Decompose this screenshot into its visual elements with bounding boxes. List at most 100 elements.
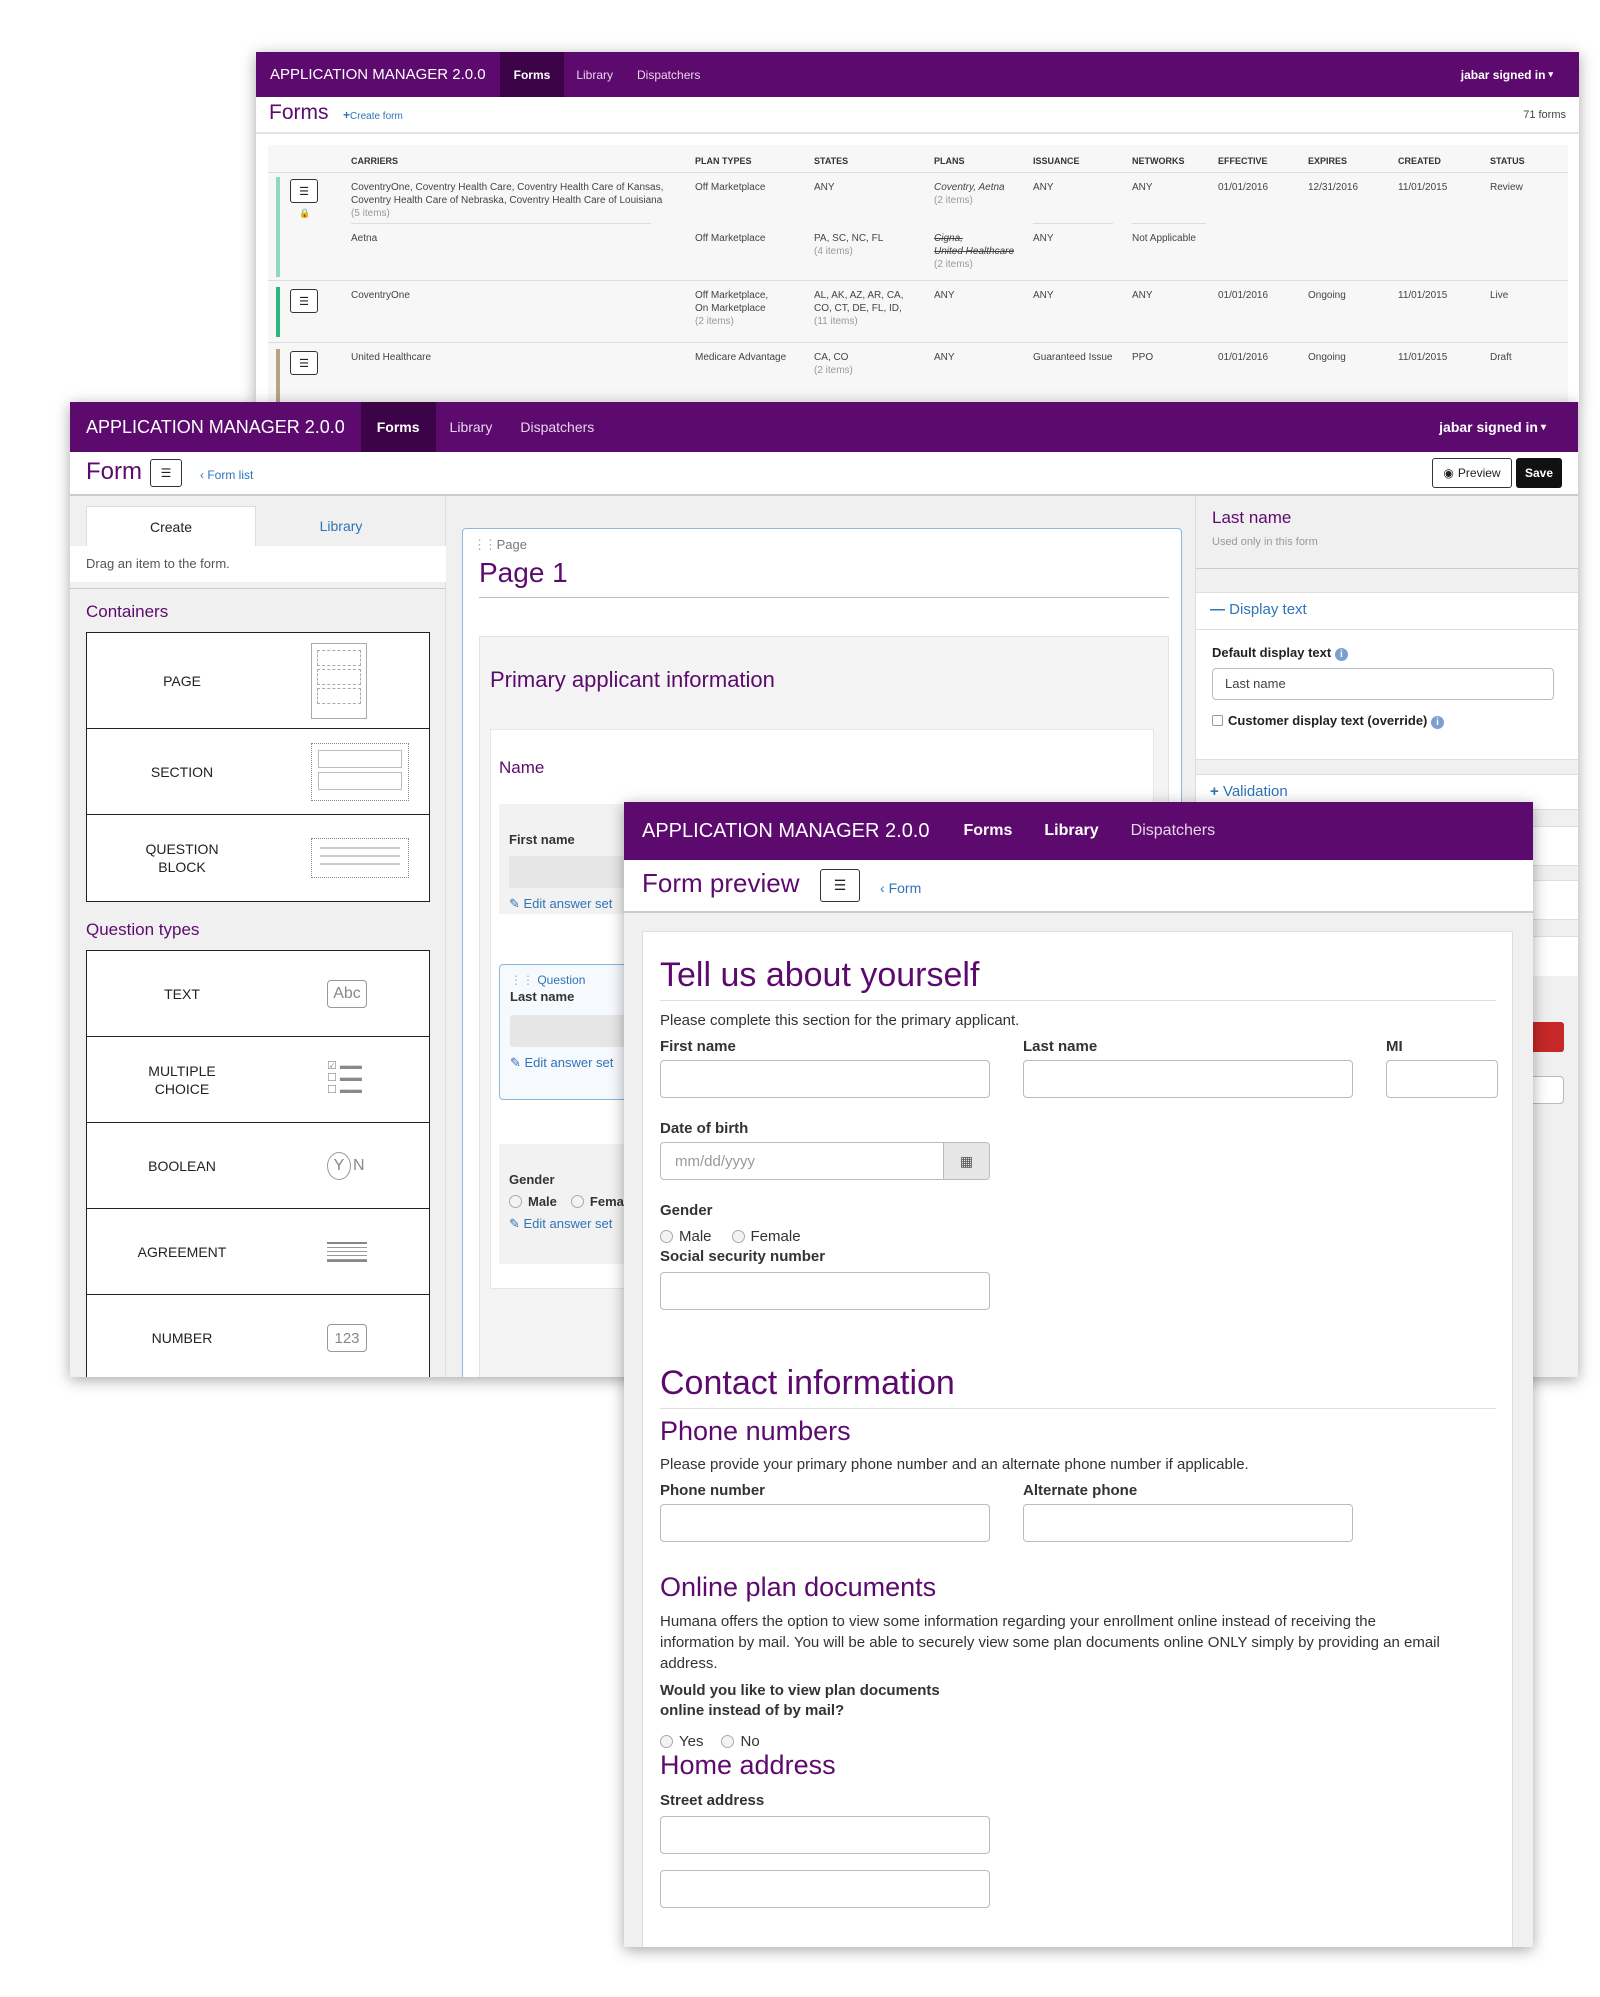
list-icon-button[interactable]: ☰	[150, 459, 182, 487]
agreement-icon	[327, 1242, 367, 1262]
properties-subtitle: Used only in this form	[1212, 536, 1318, 548]
form-preview-window: APPLICATION MANAGER 2.0.0 Forms Library …	[624, 802, 1533, 1947]
page-label: ⋮⋮ Page	[473, 537, 527, 552]
nav-dispatchers[interactable]: Dispatchers	[506, 402, 608, 452]
pencil-icon: ✎	[510, 1055, 525, 1070]
section-heading: Tell us about yourself	[660, 956, 980, 994]
checklist-icon: ☑ ▬▬ ☐ ▬▬ ☐ ▬▬	[327, 1060, 362, 1096]
radio-no[interactable]	[721, 1735, 735, 1748]
eye-icon: ◉	[1443, 466, 1454, 480]
type-multiple-choice[interactable]: MULTIPLE CHOICE ☑ ▬▬ ☐ ▬▬ ☐ ▬▬	[86, 1036, 430, 1124]
subsection-heading: Home address	[660, 1750, 836, 1780]
first-name-field[interactable]	[660, 1060, 990, 1098]
type-text[interactable]: TEXT Abc	[86, 950, 430, 1038]
drag-handle-icon: ⋮⋮	[510, 973, 538, 987]
yes-no-icon: YN	[327, 1152, 365, 1180]
street-address-line2-field[interactable]	[660, 1870, 990, 1908]
calendar-icon[interactable]: ▦	[943, 1143, 989, 1179]
radio-male[interactable]	[660, 1230, 673, 1243]
table-row[interactable]: ☰ CoventryOne Off Marketplace, On Market…	[268, 280, 1568, 342]
street-address-field[interactable]	[660, 1816, 990, 1854]
default-display-text-input[interactable]: Last name	[1212, 668, 1554, 700]
page-title: Forms	[269, 101, 329, 124]
ssn-field[interactable]	[660, 1272, 990, 1310]
container-question-block[interactable]: QUESTION BLOCK	[86, 814, 430, 902]
info-icon: i	[1431, 716, 1445, 729]
type-agreement[interactable]: AGREEMENT	[86, 1208, 430, 1296]
edit-answer-set-link[interactable]: ✎ Edit answer set	[509, 896, 612, 912]
nav-forms[interactable]: Forms	[499, 52, 565, 97]
nav-forms[interactable]: Forms	[948, 802, 1029, 860]
radio-male[interactable]	[509, 1195, 522, 1208]
pencil-icon: ✎	[509, 1216, 524, 1231]
alternate-phone-field[interactable]	[1023, 1504, 1353, 1542]
app-title: APPLICATION MANAGER 2.0.0	[86, 416, 345, 437]
nav-dispatchers[interactable]: Dispatchers	[625, 52, 712, 97]
radio-female[interactable]	[570, 1195, 584, 1208]
page-title: Form	[86, 458, 142, 485]
user-name: jabar signed in	[1439, 419, 1538, 435]
app-title: APPLICATION MANAGER 2.0.0	[270, 66, 486, 83]
type-number[interactable]: NUMBER 123	[86, 1294, 430, 1377]
nav-forms[interactable]: Forms	[360, 402, 436, 452]
section-icon	[311, 743, 409, 801]
nav-library[interactable]: Library	[564, 52, 625, 97]
validation-toggle[interactable]: + Validation	[1210, 783, 1288, 800]
dob-field[interactable]: mm/dd/yyyy ▦	[660, 1142, 990, 1180]
chevron-left-icon: ‹	[880, 880, 889, 896]
drag-handle-icon: ⋮⋮	[473, 537, 497, 552]
save-button[interactable]: Save	[1516, 458, 1562, 488]
tab-create[interactable]: Create	[86, 506, 256, 546]
form-link[interactable]: ‹ Form	[880, 880, 921, 896]
nav-library[interactable]: Library	[1028, 802, 1114, 860]
pencil-icon: ✎	[509, 896, 524, 911]
preview-button[interactable]: ◉ Preview	[1432, 458, 1512, 488]
list-icon-button[interactable]: ☰	[290, 179, 318, 203]
plus-icon: +	[1210, 783, 1223, 800]
tab-library[interactable]: Library	[256, 506, 426, 546]
containers-heading: Containers	[86, 602, 169, 621]
user-menu[interactable]: jabar signed in ▾	[1461, 52, 1579, 97]
caret-down-icon: ▾	[1540, 421, 1546, 433]
table-row[interactable]: ☰ 🔒 CoventryOne, Coventry Health Care, C…	[268, 172, 1568, 280]
left-panel: Create Library Drag an item to the form.…	[70, 496, 446, 1377]
top-nav: APPLICATION MANAGER 2.0.0 Forms Library …	[256, 52, 1579, 97]
radio-yes[interactable]	[660, 1735, 673, 1748]
list-icon-button[interactable]: ☰	[290, 351, 318, 375]
edit-answer-set-link[interactable]: ✎ Edit answer set	[509, 1216, 612, 1232]
top-nav: APPLICATION MANAGER 2.0.0 Forms Library …	[624, 802, 1533, 860]
nav-dispatchers[interactable]: Dispatchers	[1115, 802, 1231, 860]
phone-field[interactable]	[660, 1504, 990, 1542]
top-nav: APPLICATION MANAGER 2.0.0 Forms Library …	[70, 402, 1578, 452]
table-row[interactable]: ☰ United Healthcare Medicare Advantage C…	[268, 342, 1568, 402]
page-title: Page 1	[479, 557, 568, 588]
user-name: jabar signed in	[1460, 67, 1546, 82]
radio-female[interactable]	[731, 1230, 745, 1243]
mi-field[interactable]	[1386, 1060, 1498, 1098]
create-form-link[interactable]: +Create form	[343, 108, 403, 122]
display-text-toggle[interactable]: — Display text	[1210, 601, 1307, 618]
app-title: APPLICATION MANAGER 2.0.0	[642, 819, 930, 842]
minus-icon: —	[1210, 601, 1230, 618]
edit-answer-set-link[interactable]: ✎ Edit answer set	[510, 1055, 613, 1071]
info-icon: i	[1334, 648, 1348, 661]
question-types-heading: Question types	[86, 920, 200, 939]
list-icon-button[interactable]: ☰	[820, 869, 860, 902]
form-count: 71 forms	[1523, 109, 1566, 121]
preview-body: Tell us about yourself Please complete t…	[624, 913, 1533, 1947]
list-icon-button[interactable]: ☰	[290, 289, 318, 313]
container-section[interactable]: SECTION	[86, 728, 430, 816]
form-list-link[interactable]: ‹ Form list	[200, 468, 253, 482]
page-icon	[311, 643, 367, 719]
type-boolean[interactable]: BOOLEAN YN	[86, 1122, 430, 1210]
properties-title: Last name	[1212, 508, 1292, 527]
override-checkbox[interactable]	[1212, 715, 1223, 726]
plus-icon: +	[343, 108, 351, 122]
subsection-heading: Phone numbers	[660, 1416, 851, 1446]
nav-library[interactable]: Library	[436, 402, 507, 452]
container-page[interactable]: PAGE	[86, 632, 430, 730]
user-menu[interactable]: jabar signed in ▾	[1439, 402, 1578, 452]
caret-down-icon: ▾	[1548, 69, 1553, 79]
drag-hint: Drag an item to the form.	[86, 556, 230, 571]
last-name-field[interactable]	[1023, 1060, 1353, 1098]
